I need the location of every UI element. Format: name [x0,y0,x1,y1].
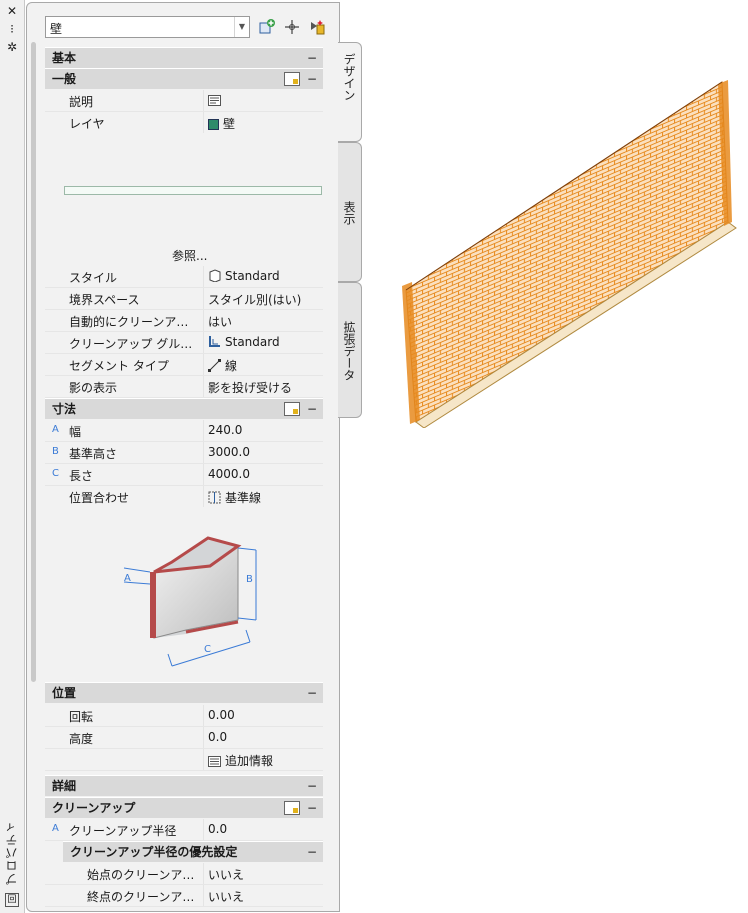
preview-icon[interactable] [284,72,300,86]
property-row-rotation[interactable]: 回転 0.00 [45,705,323,727]
close-icon[interactable]: ✕ [4,4,20,18]
property-row-description[interactable]: 説明 [45,90,323,112]
property-row-cleanup-radius[interactable]: A クリーンアップ半径 0.0 [45,819,323,841]
preview-icon[interactable] [284,801,300,815]
property-row-additional-info[interactable]: 追加情報 [45,749,323,771]
collapse-icon[interactable]: − [307,69,317,89]
object-type-value: 壁 [50,22,63,36]
cleanup-group-icon [209,336,220,347]
property-row-start-cleanup[interactable]: 始点のクリーンア… いいえ [45,863,323,885]
browse-link[interactable]: 参照... [172,247,207,264]
collapse-icon[interactable]: − [307,399,317,419]
layer-preview-box [64,186,322,195]
section-general[interactable]: 一般 − [45,68,323,89]
pick-point-icon[interactable] [283,18,301,36]
baseline-icon [208,491,221,504]
section-advanced[interactable]: 詳細 − [45,775,323,796]
property-row-style[interactable]: スタイル Standard [45,266,323,288]
property-row-layer[interactable]: レイヤ 壁 [45,112,323,134]
settings-icon[interactable]: ✲ [4,40,20,54]
palette-title-strip: ✕ ⁝ ✲ プロパティ 回 [0,0,25,913]
diagram-label-b: B [246,574,253,585]
section-basic[interactable]: 基本 − [45,47,323,68]
property-row-shadow[interactable]: 影の表示 影を投げ受ける [45,376,323,398]
property-row-segment-type[interactable]: セグメント タイプ 線 [45,354,323,376]
autohide-icon[interactable]: ⁝ [4,22,20,36]
preview-icon[interactable] [284,402,300,416]
collapse-icon[interactable]: − [307,798,317,818]
collapse-icon[interactable]: − [307,776,317,796]
add-selection-icon[interactable] [258,18,276,36]
collapse-icon[interactable]: − [307,48,317,68]
diagram-label-a: A [124,573,131,584]
tab-extended-data[interactable]: 拡張データ [338,282,362,418]
diagram-label-c: C [204,644,211,655]
property-row-auto-cleanup[interactable]: 自動的にクリーンア… はい [45,310,323,332]
property-row-cleanup-group[interactable]: クリーンアップ グル… Standard [45,332,323,354]
section-location[interactable]: 位置 − [45,682,323,703]
chevron-down-icon[interactable]: ▼ [234,17,249,37]
collapse-icon[interactable]: − [307,842,317,862]
description-editor-icon[interactable] [208,95,221,106]
tab-design[interactable]: デザイン [338,42,362,142]
property-row-elevation[interactable]: 高度 0.0 [45,727,323,749]
property-row-width[interactable]: A幅 240.0 [45,420,323,442]
layer-color-swatch [208,119,219,130]
section-dimensions[interactable]: 寸法 − [45,398,323,419]
quick-select-icon[interactable] [308,18,326,36]
property-row-base-height[interactable]: B 基準高さ 3000.0 [45,442,323,464]
wall-style-icon [209,269,221,282]
additional-info-icon[interactable] [208,756,221,767]
line-segment-icon [208,359,221,372]
property-row-length[interactable]: C 長さ 4000.0 [45,464,323,486]
section-cleanup-override[interactable]: クリーンアップ半径の優先設定 − [63,841,323,862]
property-row-end-cleanup[interactable]: 終点のクリーンア… いいえ [45,885,323,907]
scrollbar[interactable] [31,42,36,682]
property-row-bound-space[interactable]: 境界スペース スタイル別(はい) [45,288,323,310]
section-cleanup[interactable]: クリーンアップ − [45,797,323,818]
palette-menu-icon[interactable]: 回 [5,893,19,907]
object-type-select[interactable]: 壁 ▼ [45,16,250,38]
brick-wall-3d-view[interactable] [398,76,746,428]
collapse-icon[interactable]: − [307,683,317,703]
tab-display[interactable]: 表示 [338,142,362,282]
palette-title: プロパティ [5,820,19,885]
wall-dimension-diagram: B A C [123,536,257,667]
property-row-justify[interactable]: 位置合わせ 基準線 [45,486,323,508]
